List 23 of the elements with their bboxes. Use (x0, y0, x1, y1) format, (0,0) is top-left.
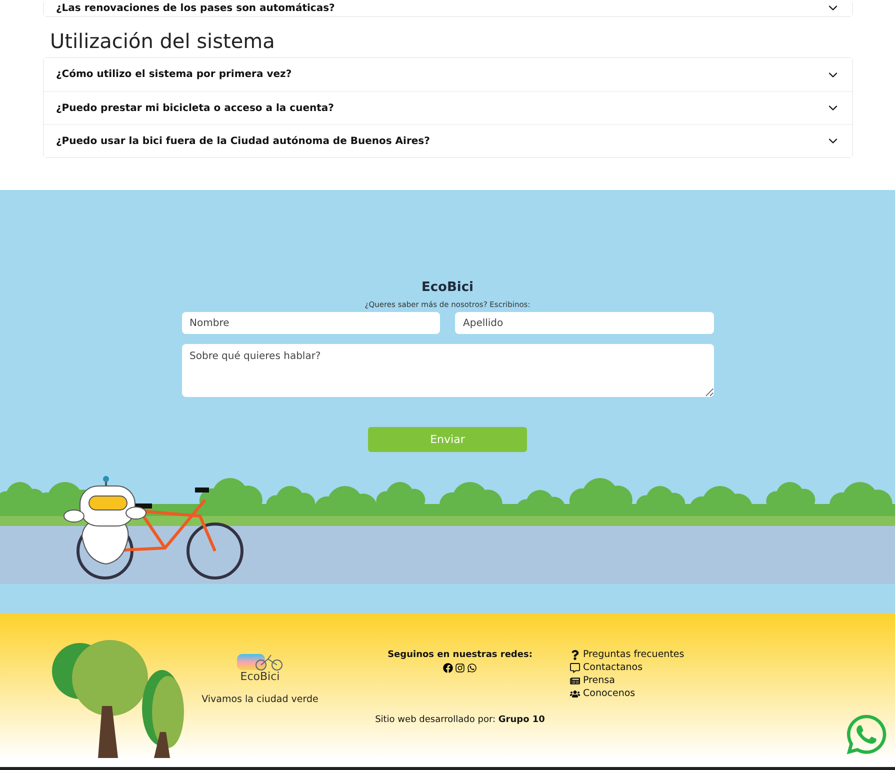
faq-question[interactable]: ¿Las renovaciones de los pases son automáticas? (44, 0, 852, 16)
footer-link[interactable]: Conocenos (570, 688, 895, 699)
section-title: Utilización del sistema (50, 29, 276, 53)
footer-link[interactable]: Prensa (570, 675, 895, 686)
footer-link[interactable]: Contactanos (570, 662, 895, 673)
name-field[interactable]: Nombre (182, 312, 440, 334)
comment-icon (570, 662, 580, 672)
whatsapp-icon[interactable] (467, 663, 477, 673)
instagram-icon[interactable] (455, 663, 465, 673)
surname-field[interactable]: Apellido (455, 312, 714, 334)
footer-link[interactable]: Preguntas frecuentes (570, 649, 895, 660)
logo-icon (237, 652, 283, 672)
contact-title: EcoBici (421, 280, 474, 295)
question-icon (570, 650, 580, 660)
logo-text: EcoBici (240, 670, 280, 683)
newspaper-icon (570, 676, 580, 686)
slogan: Vivamos la ciudad verde (202, 694, 318, 705)
credits-text: Sitio web desarrollado por: Grupo 10 (375, 715, 545, 725)
facebook-icon[interactable] (443, 663, 453, 673)
faq-question[interactable]: ¿Puedo usar la bici fuera de la Ciudad autónoma de Buenos Aires? (44, 124, 852, 157)
social-title: Seguinos en nuestras redes: (388, 650, 532, 660)
people-icon (570, 688, 580, 698)
message-field[interactable]: Sobre qué quieres hablar? (182, 344, 714, 397)
